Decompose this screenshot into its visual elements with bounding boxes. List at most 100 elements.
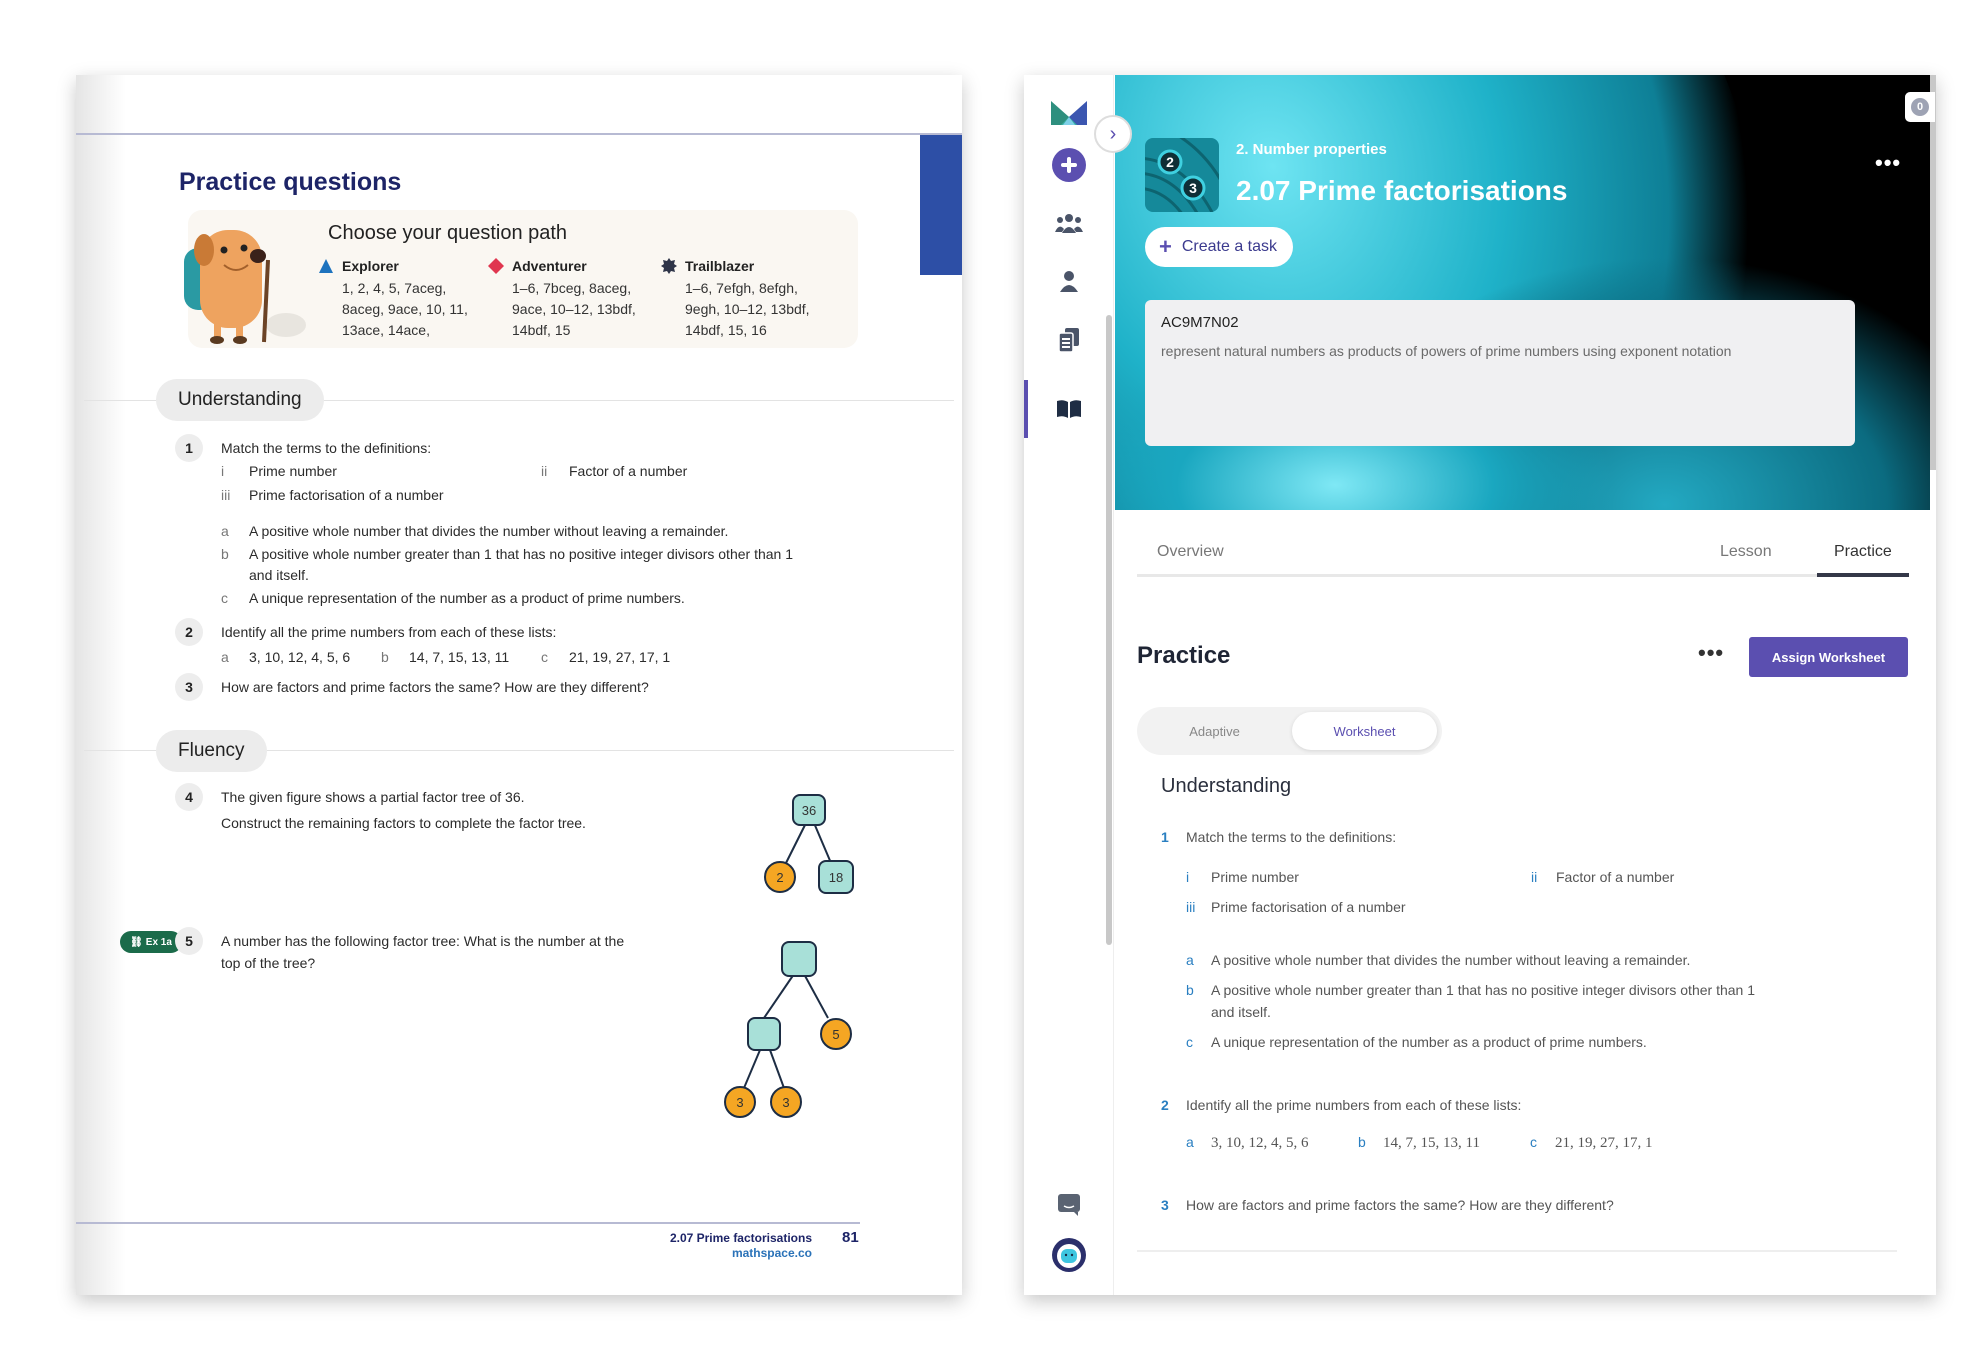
red-diamond-icon xyxy=(488,258,504,274)
notification-count: 0 xyxy=(1911,98,1929,116)
path-explorer: Explorer 1, 2, 4, 5, 7aceg, 8aceg, 9ace,… xyxy=(318,258,488,341)
page-scrollbar[interactable] xyxy=(1930,75,1936,470)
worksheets-icon[interactable] xyxy=(1049,320,1089,360)
practice-more-options-icon[interactable]: ••• xyxy=(1698,640,1724,666)
path-name: Trailblazer xyxy=(685,258,755,274)
definition-item: bA positive whole number greater than 1 … xyxy=(221,546,793,562)
question-number: 1 xyxy=(175,434,203,462)
header-rule xyxy=(76,133,962,135)
mathspace-logo-icon[interactable] xyxy=(1049,93,1089,133)
tree-node-mid xyxy=(747,1017,781,1051)
question-number: 2 xyxy=(175,618,203,646)
worksheet-question: 3 How are factors and prime factors the s… xyxy=(1161,1197,1614,1213)
sidebar-scrollbar[interactable] xyxy=(1106,315,1112,945)
tree-label-right: 5 xyxy=(832,1027,839,1042)
chapter-side-tab xyxy=(920,135,962,275)
active-tab-indicator xyxy=(1817,573,1909,577)
svg-text:2: 2 xyxy=(1166,154,1174,170)
badge-label: Ex 1a xyxy=(145,936,172,948)
term-item: iii Prime factorisation of a number xyxy=(221,487,444,503)
tree-label-leaf1: 3 xyxy=(736,1095,743,1110)
mode-adaptive[interactable]: Adaptive xyxy=(1142,712,1287,750)
path-values-line: 1–6, 7efgh, 8efgh, xyxy=(685,280,798,296)
curriculum-outcome-card: AC9M7N02 represent natural numbers as pr… xyxy=(1145,300,1855,446)
path-name: Adventurer xyxy=(512,258,587,274)
tab-practice[interactable]: Practice xyxy=(1834,543,1892,561)
mode-worksheet[interactable]: Worksheet xyxy=(1292,712,1437,750)
definition-item: aA positive whole number that divides th… xyxy=(1186,952,1691,968)
sidebar xyxy=(1024,75,1114,1295)
create-task-button[interactable]: + Create a task xyxy=(1145,227,1294,267)
question-number: 5 xyxy=(175,927,203,955)
question-text: Identify all the prime numbers from each… xyxy=(221,624,557,640)
classes-group-icon[interactable] xyxy=(1049,203,1089,243)
term-item: ii Factor of a number xyxy=(541,463,688,479)
textbook-icon[interactable] xyxy=(1049,389,1089,429)
tab-lesson[interactable]: Lesson xyxy=(1720,543,1772,561)
path-trailblazer: Trailblazer 1–6, 7efgh, 8efgh, 9egh, 10–… xyxy=(661,258,831,341)
definition-item: aA positive whole number that divides th… xyxy=(221,523,729,539)
question-text: The given figure shows a partial factor … xyxy=(221,789,525,805)
worked-example-badge[interactable]: ⛓ Ex 1a xyxy=(120,931,182,953)
page-number: 81 xyxy=(842,1229,859,1246)
question-text: A number has the following factor tree: … xyxy=(221,933,625,949)
definition-continuation: and itself. xyxy=(249,567,309,583)
term-item: iii Prime factorisation of a number xyxy=(1186,899,1406,915)
term-item: i Prime number xyxy=(1186,869,1299,885)
more-options-icon[interactable]: ••• xyxy=(1875,150,1901,176)
dark-badge-icon xyxy=(661,258,677,274)
footer-site-link[interactable]: mathspace.co xyxy=(732,1246,812,1260)
path-values-line: 14bdf, 15 xyxy=(512,322,571,338)
path-values-line: 1–6, 7bceg, 8aceg, xyxy=(512,280,632,296)
breadcrumb-chapter[interactable]: 2. Number properties xyxy=(1236,141,1387,158)
list-part: c 21, 19, 27, 17, 1 xyxy=(1530,1134,1653,1151)
list-part: a 3, 10, 12, 4, 5, 6 xyxy=(1186,1134,1309,1151)
link-icon: ⛓ xyxy=(130,936,143,948)
lesson-tabs: Overview Lesson Practice xyxy=(1137,537,1909,577)
worksheet-question: 2 Identify all the prime numbers from eac… xyxy=(1161,1097,1522,1113)
worksheet-divider xyxy=(1137,1250,1897,1252)
plus-icon: + xyxy=(1159,234,1172,259)
lesson-title: 2.07 Prime factorisations xyxy=(1236,175,1568,206)
tree-node-root xyxy=(781,941,817,977)
tab-overview[interactable]: Overview xyxy=(1157,543,1224,561)
practice-heading: Practice xyxy=(1137,642,1231,669)
definition-item: bA positive whole number greater than 1 … xyxy=(1186,982,1755,998)
chevron-right-icon: › xyxy=(1109,122,1117,145)
add-icon[interactable] xyxy=(1049,145,1089,185)
textbook-page: Practice questions Choose your question … xyxy=(76,75,962,1295)
question-number: 4 xyxy=(175,783,203,811)
path-values-line: 14bdf, 15, 16 xyxy=(685,322,767,338)
dog-mascot-illustration xyxy=(184,230,306,344)
sidebar-active-indicator xyxy=(1024,380,1028,438)
expand-sidebar-button[interactable]: › xyxy=(1094,115,1132,153)
student-profile-icon[interactable] xyxy=(1049,261,1089,301)
path-values-line: 13ace, 14ace, xyxy=(342,322,430,338)
path-values-line: 9ace, 10–12, 13bdf, xyxy=(512,301,636,317)
question-number: 3 xyxy=(175,673,203,701)
list-part: a 3, 10, 12, 4, 5, 6 xyxy=(221,649,351,665)
assign-worksheet-button[interactable]: Assign Worksheet xyxy=(1749,637,1908,677)
user-avatar[interactable] xyxy=(1049,1235,1089,1275)
notifications-button[interactable]: 0 xyxy=(1905,92,1935,122)
term-item: i Prime number xyxy=(221,463,337,479)
list-part: c 21, 19, 27, 17, 1 xyxy=(541,649,671,665)
path-values-line: 1, 2, 4, 5, 7aceg, xyxy=(342,280,447,296)
chat-support-icon[interactable] xyxy=(1049,1185,1089,1225)
definition-item: cA unique representation of the number a… xyxy=(221,590,685,606)
path-values-line: 8aceg, 9ace, 10, 11, xyxy=(342,301,468,317)
worksheet-question: 1 Match the terms to the definitions: xyxy=(1161,829,1397,845)
lesson-hero-banner: 2 3 2. Number properties 2.07 Prime fact… xyxy=(1115,75,1930,510)
list-part: b 14, 7, 15, 13, 11 xyxy=(1358,1134,1480,1151)
list-part: b 14, 7, 15, 13, 11 xyxy=(381,649,510,665)
factor-tree-36: 36 2 18 xyxy=(764,794,854,894)
question-text: Construct the remaining factors to compl… xyxy=(221,815,586,831)
question-text: top of the tree? xyxy=(221,955,316,971)
worksheet-section-heading: Understanding xyxy=(1161,775,1292,797)
tree-label-left: 2 xyxy=(776,870,783,885)
section-fluency: Fluency xyxy=(156,730,267,772)
lesson-thumbnail-icon: 2 3 xyxy=(1145,138,1219,212)
create-task-label: Create a task xyxy=(1181,238,1278,255)
path-adventurer: Adventurer 1–6, 7bceg, 8aceg, 9ace, 10–1… xyxy=(488,258,658,341)
mathspace-app-window: › 2 3 2. Number properties 2.07 Prime fa… xyxy=(1024,75,1936,1295)
